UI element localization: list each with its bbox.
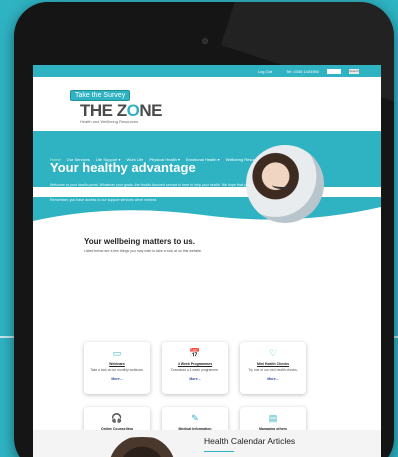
hero-band [33, 131, 381, 199]
camera-icon [202, 38, 208, 44]
calendar-title-underline [204, 451, 234, 452]
screen-bottom: Health Calendar Articles [33, 65, 381, 457]
calendar-title: Health Calendar Articles [204, 436, 296, 446]
